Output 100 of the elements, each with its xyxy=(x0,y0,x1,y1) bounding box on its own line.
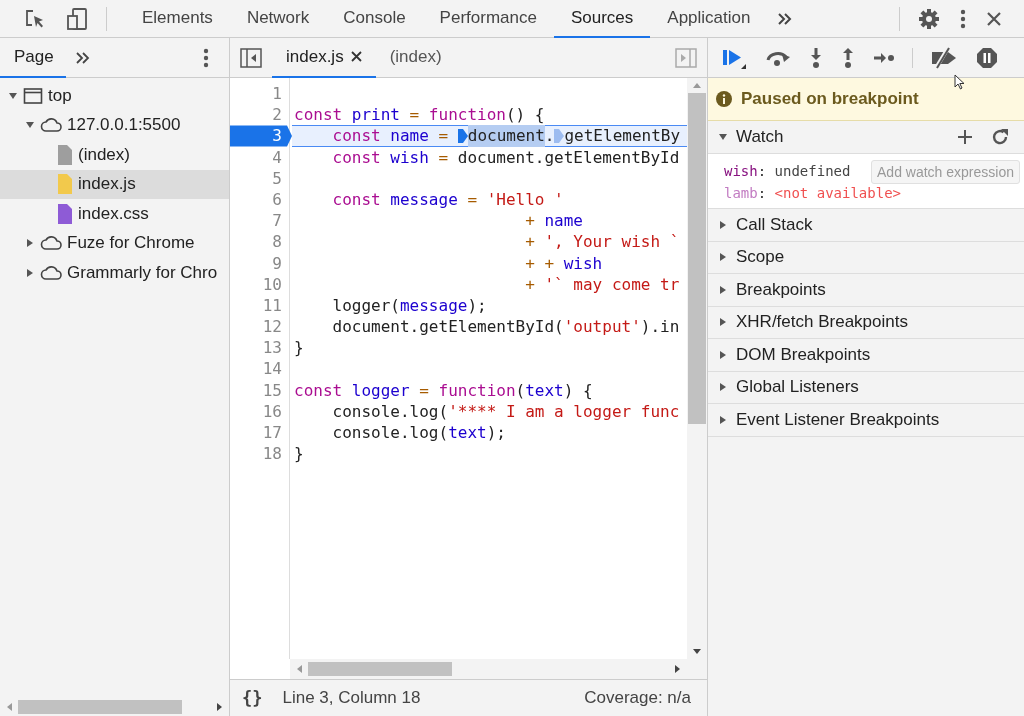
code-line: + '` may come tr xyxy=(524,273,681,295)
scroll-left-icon[interactable] xyxy=(6,702,14,712)
close-tab-icon[interactable] xyxy=(350,51,362,62)
line-number[interactable]: 6 xyxy=(230,188,286,211)
tooltip: Add watch expression xyxy=(871,160,1020,184)
line-number[interactable]: 16 xyxy=(230,400,286,422)
tree-item[interactable]: index.css xyxy=(0,199,229,229)
code-line: logger(message); xyxy=(331,294,488,317)
close-icon[interactable] xyxy=(986,10,1002,27)
collapse-arrow-icon[interactable] xyxy=(718,132,728,142)
line-number[interactable]: 7 xyxy=(230,210,286,232)
code-text: const xyxy=(331,125,382,147)
panel-tab[interactable]: Sources xyxy=(553,0,651,38)
line-number[interactable]: 13 xyxy=(230,337,286,359)
code-line: const print = function() { xyxy=(293,104,546,126)
sidebar-toggle-icon[interactable] xyxy=(675,47,697,68)
section-title[interactable]: Watch xyxy=(736,127,784,147)
kebab-menu-icon[interactable] xyxy=(203,47,209,68)
info-icon xyxy=(716,91,732,107)
horizontal-scrollbar[interactable] xyxy=(290,659,687,679)
more-tabs-icon[interactable] xyxy=(777,11,794,26)
expand-arrow-icon[interactable] xyxy=(718,219,728,230)
step-out-icon[interactable] xyxy=(841,46,855,69)
inspect-element-icon[interactable] xyxy=(24,7,46,30)
watch-expression[interactable]: lamb: <not available> xyxy=(708,182,1024,204)
scroll-up-icon[interactable] xyxy=(692,82,702,90)
expand-arrow-icon[interactable] xyxy=(718,317,728,328)
expand-arrow-icon[interactable] xyxy=(25,238,35,249)
vertical-scrollbar[interactable] xyxy=(687,78,707,679)
expand-arrow-icon[interactable] xyxy=(718,252,728,263)
line-number[interactable]: 4 xyxy=(230,146,286,168)
panel-tab[interactable]: Elements xyxy=(125,0,230,38)
expand-arrow-icon[interactable] xyxy=(718,284,728,295)
step-icon[interactable] xyxy=(873,50,895,65)
code-line: } xyxy=(293,443,305,465)
section-title[interactable]: XHR/fetch Breakpoints xyxy=(736,312,908,333)
line-number[interactable]: 12 xyxy=(230,316,286,338)
paused-message: Paused on breakpoint xyxy=(741,89,919,109)
frame-icon xyxy=(23,86,43,105)
line-number[interactable]: 5 xyxy=(230,167,286,189)
line-number[interactable]: 14 xyxy=(230,358,286,380)
settings-icon[interactable] xyxy=(918,7,940,30)
panel-tab[interactable]: Performance xyxy=(422,0,554,38)
code-text: name xyxy=(390,125,430,147)
code-line: + name xyxy=(524,210,584,232)
tree-item[interactable]: Fuze for Chrome xyxy=(0,228,229,258)
file-tab[interactable]: (index) xyxy=(375,37,456,78)
tree-item[interactable]: index.js xyxy=(0,169,229,199)
section-title[interactable]: Global Listeners xyxy=(736,377,859,398)
add-icon[interactable] xyxy=(957,129,973,145)
line-number[interactable]: 2 xyxy=(230,104,286,126)
panel-tab[interactable]: Console xyxy=(326,0,423,38)
refresh-icon[interactable] xyxy=(991,128,1009,146)
tree-item[interactable]: Grammarly for Chro xyxy=(0,258,229,288)
panel-tab[interactable]: Network xyxy=(229,0,327,38)
expand-arrow-icon[interactable] xyxy=(718,349,728,360)
kebab-menu-icon[interactable] xyxy=(960,8,966,29)
pause-on-exceptions-icon[interactable] xyxy=(976,46,998,69)
panel-tab[interactable]: Application xyxy=(650,0,768,38)
code-line: console.log(text); xyxy=(331,422,507,444)
scroll-left-icon[interactable] xyxy=(296,664,304,674)
device-toolbar-icon[interactable] xyxy=(66,6,88,31)
code-text: . xyxy=(544,125,555,147)
scroll-down-icon[interactable] xyxy=(692,647,702,655)
deactivate-breakpoints-icon[interactable] xyxy=(930,46,958,69)
scroll-right-icon[interactable] xyxy=(215,702,223,712)
expand-arrow-icon[interactable] xyxy=(718,414,728,425)
expand-arrow-icon[interactable] xyxy=(25,267,35,278)
tree-item[interactable]: 127.0.0.1:5500 xyxy=(0,110,229,140)
tree-item[interactable]: top xyxy=(0,81,229,111)
section-title[interactable]: Event Listener Breakpoints xyxy=(736,409,940,430)
line-number[interactable]: 3 xyxy=(230,125,292,147)
navigator-tab[interactable]: Page xyxy=(0,37,66,78)
sidebar-toggle-icon[interactable] xyxy=(240,47,262,68)
line-number[interactable]: 1 xyxy=(230,83,286,105)
line-number[interactable]: 10 xyxy=(230,273,286,295)
code-line: const wish = document.getElementById xyxy=(331,146,681,168)
line-number[interactable]: 8 xyxy=(230,231,286,253)
expand-arrow-icon[interactable] xyxy=(718,382,728,393)
line-number[interactable]: 17 xyxy=(230,422,286,444)
section-title[interactable]: Call Stack xyxy=(736,214,813,235)
coverage-status: Coverage: n/a xyxy=(584,688,691,708)
section-title[interactable]: DOM Breakpoints xyxy=(736,344,871,365)
more-tabs-icon[interactable] xyxy=(75,51,90,64)
cloud-icon xyxy=(40,117,62,134)
line-number[interactable]: 9 xyxy=(230,252,286,274)
section-title[interactable]: Scope xyxy=(736,247,785,268)
code-text: getElementBy xyxy=(564,125,681,147)
tree-item[interactable]: (index) xyxy=(0,140,229,170)
collapse-arrow-icon[interactable] xyxy=(8,90,18,101)
section-title[interactable]: Breakpoints xyxy=(736,279,826,300)
step-into-icon[interactable] xyxy=(809,46,823,69)
line-number[interactable]: 18 xyxy=(230,443,286,465)
code-text: = xyxy=(438,125,450,147)
line-number[interactable]: 15 xyxy=(230,379,286,401)
line-number[interactable]: 11 xyxy=(230,294,286,317)
code-line: } xyxy=(293,337,305,359)
scroll-right-icon[interactable] xyxy=(673,664,681,674)
code-line: + ', Your wish ` xyxy=(524,231,681,253)
pretty-print-button[interactable]: {} xyxy=(242,688,263,708)
